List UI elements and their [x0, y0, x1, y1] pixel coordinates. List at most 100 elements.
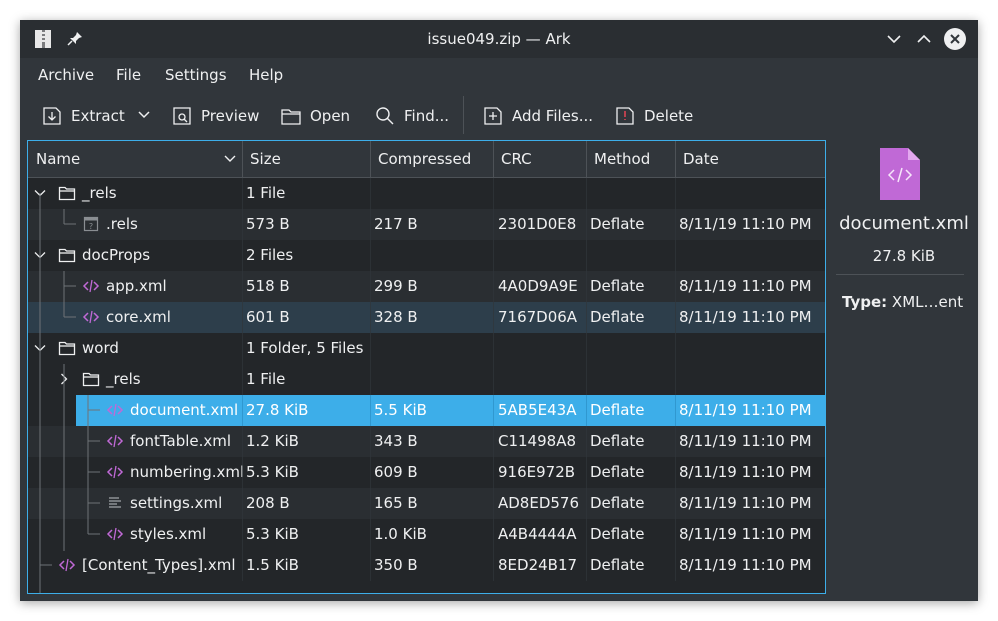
row-column-separator	[586, 395, 587, 426]
row-column-separator	[493, 209, 494, 240]
row-column-separator	[370, 271, 371, 302]
add-files-label: Add Files...	[512, 107, 594, 125]
minimize-chevron-icon[interactable]	[883, 28, 905, 50]
column-compressed[interactable]: Compressed	[370, 141, 493, 177]
row-column-separator	[586, 209, 587, 240]
svg-text:?: ?	[89, 222, 93, 231]
row-column-separator	[242, 209, 243, 240]
row-size: 1 File	[246, 184, 286, 202]
toolbar: Extract Preview Open Find... Add Files..…	[20, 94, 978, 138]
row-column-separator	[675, 240, 676, 271]
row-method: Deflate	[590, 525, 645, 543]
row-column-separator	[370, 426, 371, 457]
row-name: core.xml	[106, 308, 171, 326]
row-size: 1 File	[246, 370, 286, 388]
xml-file-icon	[106, 434, 124, 448]
table-row[interactable]: fontTable.xml 1.2 KiB 343 B C11498A8 Deflate…	[28, 426, 825, 457]
close-icon[interactable]	[943, 27, 967, 51]
table-row[interactable]: _rels 1 File	[28, 364, 825, 395]
row-compressed: 299 B	[374, 277, 418, 295]
open-button[interactable]: Open	[280, 102, 350, 130]
row-column-separator	[370, 550, 371, 581]
row-column-separator	[675, 364, 676, 395]
row-column-separator	[493, 426, 494, 457]
table-row[interactable]: document.xml 27.8 KiB 5.5 KiB 5AB5E43A Defla…	[28, 395, 825, 426]
column-size[interactable]: Size	[242, 141, 370, 177]
details-panel: document.xml 27.8 KiB Type: XML…ent	[830, 140, 978, 600]
row-column-separator	[493, 178, 494, 209]
row-size: 1.5 KiB	[246, 556, 299, 574]
table-row[interactable]: core.xml 601 B 328 B 7167D06A Deflate 8/11/19…	[28, 302, 825, 333]
table-row[interactable]: ? .rels 573 B 217 B 2301D0E8 Deflate 8/11/19 1…	[28, 209, 825, 240]
row-column-separator	[493, 302, 494, 333]
row-column-separator	[675, 271, 676, 302]
row-column-separator	[675, 178, 676, 209]
row-column-separator	[493, 519, 494, 550]
row-name: .rels	[106, 215, 138, 233]
row-name: _rels	[106, 370, 141, 388]
sort-chevron-down-icon[interactable]	[224, 153, 236, 165]
add-files-button[interactable]: Add Files...	[482, 102, 593, 130]
row-crc: 5AB5E43A	[498, 401, 577, 419]
extract-button[interactable]: Extract	[41, 102, 125, 130]
preview-label: Preview	[201, 107, 260, 125]
details-type: Type: XML…ent	[842, 293, 963, 311]
row-column-separator	[242, 178, 243, 209]
row-column-separator	[370, 519, 371, 550]
row-date: 8/11/19 11:10 PM	[679, 432, 812, 450]
column-crc[interactable]: CRC	[493, 141, 586, 177]
row-column-separator	[586, 333, 587, 364]
row-column-separator	[493, 364, 494, 395]
table-row[interactable]: styles.xml 5.3 KiB 1.0 KiB A4B4444A Deflate 8…	[28, 519, 825, 550]
row-method: Deflate	[590, 494, 645, 512]
row-column-separator	[242, 488, 243, 519]
menu-settings[interactable]: Settings	[165, 66, 227, 84]
details-type-label: Type:	[842, 293, 888, 311]
row-column-separator	[586, 302, 587, 333]
preview-button[interactable]: Preview	[171, 102, 259, 130]
details-type-value: XML…ent	[891, 293, 964, 311]
row-size: 601 B	[246, 308, 290, 326]
row-column-separator	[242, 364, 243, 395]
row-column-separator	[242, 395, 243, 426]
find-button[interactable]: Find...	[374, 102, 449, 130]
row-column-separator	[370, 488, 371, 519]
table-row[interactable]: _rels 1 File	[28, 178, 825, 209]
table-row[interactable]: numbering.xml 5.3 KiB 609 B 916E972B Deflate…	[28, 457, 825, 488]
row-crc: AD8ED576	[498, 494, 580, 512]
row-method: Deflate	[590, 277, 645, 295]
table-row[interactable]: word 1 Folder, 5 Files	[28, 333, 825, 364]
open-label: Open	[310, 107, 351, 125]
table-row[interactable]: settings.xml 208 B 165 B AD8ED576 Deflate 8/1…	[28, 488, 825, 519]
row-column-separator	[370, 178, 371, 209]
archive-tree-view[interactable]: Name Size Compressed CRC Method Date _re…	[27, 140, 826, 594]
ark-window: issue049.zip — Ark Archive File Settings…	[20, 20, 978, 601]
row-column-separator	[586, 240, 587, 271]
menu-file[interactable]: File	[116, 66, 141, 84]
extract-label: Extract	[71, 107, 125, 125]
row-compressed: 609 B	[374, 463, 418, 481]
table-row[interactable]: app.xml 518 B 299 B 4A0D9A9E Deflate 8/11/19 …	[28, 271, 825, 302]
table-row[interactable]: docProps 2 Files	[28, 240, 825, 271]
row-column-separator	[675, 333, 676, 364]
table-row[interactable]: [Content_Types].xml 1.5 KiB 350 B 8ED24B17 D…	[28, 550, 825, 581]
row-column-separator	[586, 271, 587, 302]
row-name: settings.xml	[130, 494, 223, 512]
maximize-chevron-icon[interactable]	[913, 28, 935, 50]
row-size: 1.2 KiB	[246, 432, 299, 450]
find-label: Find...	[404, 107, 450, 125]
window-title: issue049.zip — Ark	[427, 30, 571, 48]
row-date: 8/11/19 11:10 PM	[679, 525, 812, 543]
column-name[interactable]: Name	[28, 141, 242, 177]
extract-dropdown-chevron-icon[interactable]	[137, 108, 151, 122]
row-method: Deflate	[590, 308, 645, 326]
menu-help[interactable]: Help	[249, 66, 283, 84]
column-method[interactable]: Method	[586, 141, 675, 177]
delete-button[interactable]: Delete	[614, 102, 693, 130]
row-compressed: 328 B	[374, 308, 418, 326]
row-size: 518 B	[246, 277, 290, 295]
column-date[interactable]: Date	[675, 141, 825, 177]
menu-bar: Archive File Settings Help	[20, 60, 978, 90]
row-column-separator	[675, 519, 676, 550]
menu-archive[interactable]: Archive	[38, 66, 94, 84]
